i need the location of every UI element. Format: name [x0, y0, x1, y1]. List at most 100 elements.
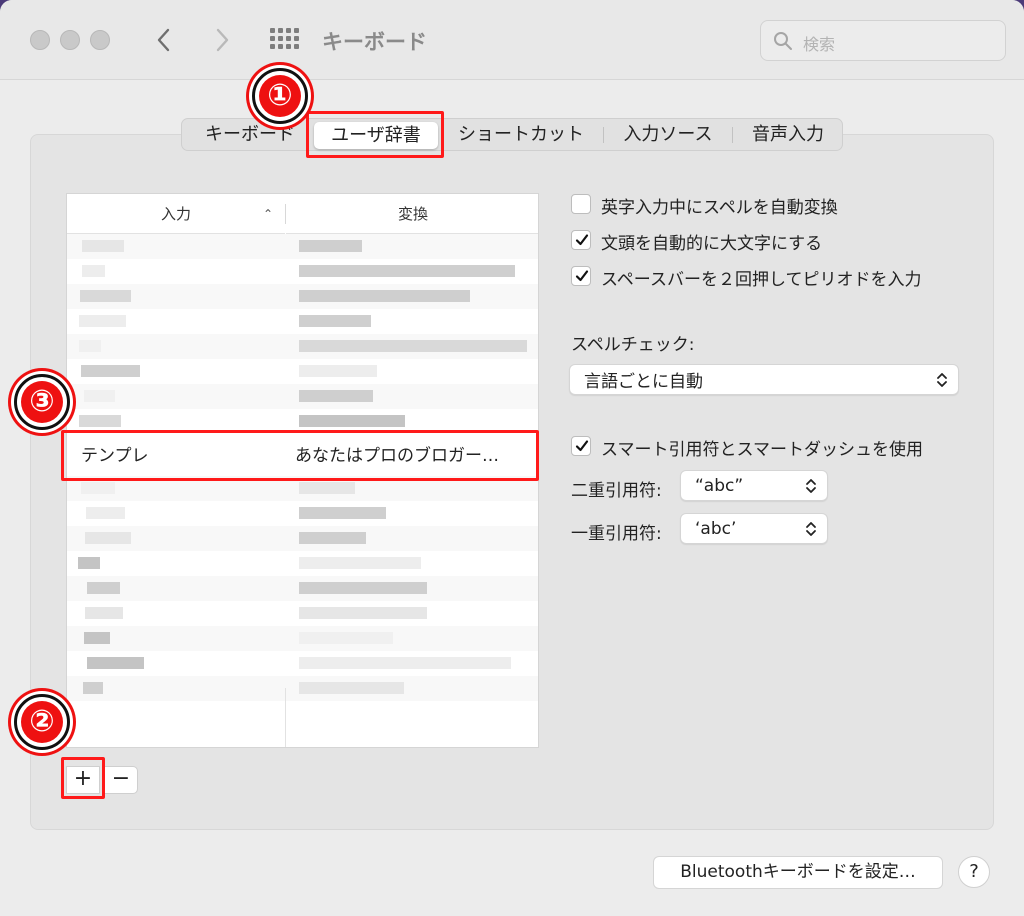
annotation-badge-3-label: ③	[21, 381, 63, 423]
single-quotes-label: 一重引用符:	[571, 524, 662, 544]
remove-entry-button[interactable]: −	[104, 766, 138, 794]
column-header-output[interactable]: 変換	[286, 194, 538, 234]
blurred-row	[67, 284, 538, 309]
blurred-row	[67, 651, 538, 676]
blurred-block	[299, 315, 371, 327]
updown-chevron-icon	[806, 478, 816, 493]
setup-bluetooth-keyboard-button[interactable]: Bluetoothキーボードを設定…	[653, 856, 943, 889]
blurred-row	[67, 334, 538, 359]
blurred-block	[299, 682, 404, 694]
blurred-block	[299, 532, 367, 544]
smart-quotes-checkbox[interactable]	[571, 436, 591, 456]
blurred-row	[67, 359, 538, 384]
blurred-block	[83, 390, 115, 402]
annotation-box-add	[61, 757, 105, 799]
blurred-block	[299, 657, 512, 669]
capitalize-label: 文頭を自動的に大文字にする	[601, 234, 823, 254]
period-checkbox[interactable]	[571, 266, 591, 286]
double-quotes-value: “abc”	[695, 475, 744, 496]
annotation-box-row	[61, 430, 539, 481]
double-quotes-select[interactable]: “abc”	[680, 470, 828, 501]
annotation-badge-1-label: ①	[259, 75, 301, 117]
updown-chevron-icon	[937, 372, 947, 387]
smart-quotes-label: スマート引用符とスマートダッシュを使用	[601, 440, 923, 460]
tab-keyboard[interactable]: キーボード	[190, 119, 310, 150]
blurred-block	[84, 632, 110, 644]
blurred-row	[67, 676, 538, 701]
blurred-block	[299, 582, 427, 594]
blurred-block	[85, 507, 125, 519]
blurred-block	[299, 632, 394, 644]
tab-shortcuts[interactable]: ショートカット	[444, 119, 598, 150]
spellcheck-select[interactable]: 言語ごとに自動	[569, 364, 959, 395]
spellcheck-label: スペルチェック:	[571, 335, 695, 355]
blurred-block	[299, 290, 471, 302]
blurred-block	[299, 340, 527, 352]
blurred-block	[78, 340, 101, 352]
search-field[interactable]: 検索	[760, 20, 1006, 61]
blurred-block	[299, 365, 377, 377]
blurred-block	[299, 607, 427, 619]
blurred-block	[79, 290, 132, 302]
blurred-row	[67, 384, 538, 409]
autocorrect-label: 英字入力中にスペルを自動変換	[601, 198, 838, 218]
preferences-window: キーボード 検索 キーボード ユーザ辞書 ショートカット 入力ソース 音声入力 …	[0, 0, 1024, 916]
single-quotes-select[interactable]: ‘abc’	[680, 513, 828, 544]
blurred-row	[67, 551, 538, 576]
blurred-block	[299, 265, 515, 277]
blurred-block	[82, 682, 104, 694]
capitalize-checkbox[interactable]	[571, 230, 591, 250]
column-divider	[285, 688, 286, 747]
tab-separator	[603, 127, 604, 143]
blurred-block	[79, 315, 127, 327]
zoom-window-button[interactable]	[90, 30, 110, 50]
blurred-block	[299, 240, 363, 252]
blurred-block	[86, 582, 120, 594]
blurred-row	[67, 259, 538, 284]
search-icon	[773, 31, 793, 51]
blurred-row	[67, 601, 538, 626]
forward-arrow-icon[interactable]	[210, 24, 234, 56]
blurred-block	[299, 482, 355, 494]
back-arrow-icon[interactable]	[152, 24, 176, 56]
blurred-row	[67, 626, 538, 651]
show-all-grid-icon[interactable]	[270, 28, 299, 52]
blurred-block	[80, 482, 115, 494]
tab-separator	[732, 127, 733, 143]
tab-input-sources[interactable]: 入力ソース	[608, 119, 728, 150]
blurred-row	[67, 526, 538, 551]
blurred-row	[67, 576, 538, 601]
titlebar: キーボード 検索	[0, 0, 1024, 80]
annotation-badge-2: ②	[14, 694, 70, 750]
annotation-box-tab	[306, 111, 444, 158]
blurred-block	[81, 240, 125, 252]
close-window-button[interactable]	[30, 30, 50, 50]
period-label: スペースバーを２回押してピリオドを入力	[601, 270, 922, 290]
search-placeholder: 検索	[803, 35, 836, 54]
blurred-block	[81, 365, 140, 377]
blurred-block	[84, 532, 131, 544]
window-title: キーボード	[322, 30, 427, 54]
minimize-window-button[interactable]	[60, 30, 80, 50]
annotation-badge-2-label: ②	[21, 701, 63, 743]
blurred-block	[85, 607, 124, 619]
autocorrect-checkbox[interactable]	[571, 194, 591, 214]
blurred-block	[86, 657, 144, 669]
blurred-block	[299, 507, 387, 519]
single-quotes-value: ‘abc’	[695, 518, 737, 539]
blurred-block	[79, 415, 122, 427]
tab-dictation[interactable]: 音声入力	[738, 119, 838, 150]
blurred-row	[67, 309, 538, 334]
blurred-block	[77, 557, 100, 569]
spellcheck-value: 言語ごとに自動	[584, 372, 703, 392]
updown-chevron-icon	[806, 521, 816, 536]
blurred-row	[67, 234, 538, 259]
column-header-input[interactable]: 入力 ⌃	[67, 194, 285, 234]
blurred-block	[299, 557, 422, 569]
help-button[interactable]: ?	[958, 856, 990, 888]
blurred-block	[299, 415, 406, 427]
blurred-block	[82, 265, 106, 277]
annotation-badge-3: ③	[14, 374, 70, 430]
sort-ascending-icon: ⌃	[262, 207, 273, 221]
annotation-badge-1: ①	[252, 68, 308, 124]
